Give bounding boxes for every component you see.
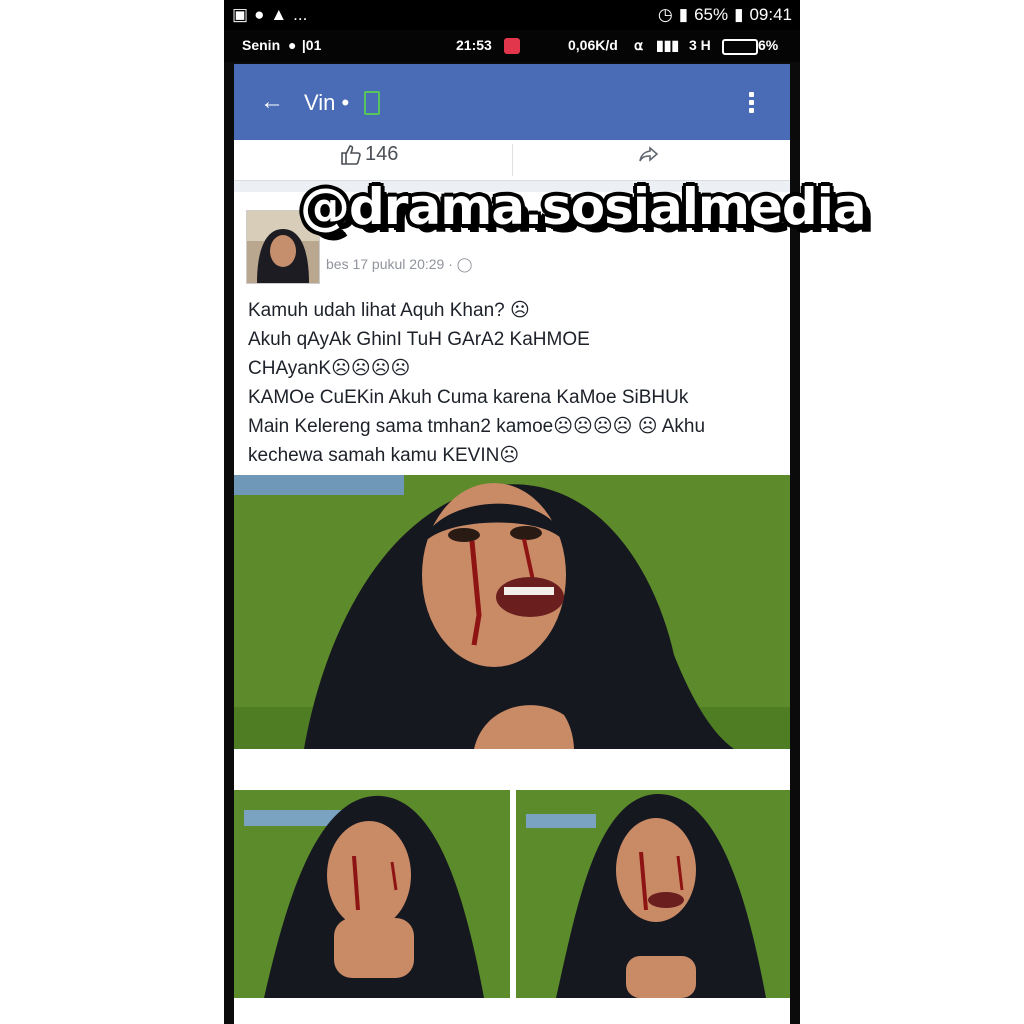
globe-icon: ◯ (456, 256, 473, 272)
more-notifications: ... (293, 5, 308, 24)
post-line: kechewa samah kamu KEVIN☹ (248, 445, 520, 466)
inner-time: 21:53 (456, 37, 492, 53)
outer-status-bar: ▣ ● ▲ ... ◷ ▮ 65% ▮ 09:41 (224, 0, 800, 30)
post-line: CHAyanK☹☹☹☹ (248, 358, 411, 379)
watermark-text: @drama.sosialmedia (300, 178, 867, 236)
alarm-icon: ◷ (657, 5, 673, 24)
feed-content: 146 bes 17 pukul 20:29 · ◯ Kamuh udah li… (234, 140, 790, 1024)
inner-battery-icon (722, 39, 758, 55)
signal-icon: ▮ (678, 5, 689, 24)
post-line: KAMOe CuEKin Akuh Cuma karena KaMoe SiBH… (248, 387, 689, 408)
inner-status-bar: Senin ● |01 21:53 0,06K/d ⍺ ▮▮▮ 3 H 6% (224, 30, 800, 62)
like-button[interactable]: 146 (340, 143, 398, 166)
status-time: 09:41 (749, 5, 792, 24)
music-icon (504, 38, 520, 54)
signal-bars-icon: ▮▮▮ (656, 37, 680, 53)
messenger-icon: ● (254, 5, 265, 24)
profile-title[interactable]: Vin • (304, 90, 349, 116)
post-text: Kamuh udah lihat Aquh Khan? ☹ Akuh qAyAk… (248, 296, 778, 470)
post-card: bes 17 pukul 20:29 · ◯ Kamuh udah lihat … (234, 192, 790, 1024)
battery-percent: 65% (694, 5, 729, 24)
actions-divider (512, 144, 513, 176)
post-line: Kamuh udah lihat Aquh Khan? ☹ (248, 300, 530, 321)
post-line: Akuh qAyAk GhinI TuH GArA2 KaHMOE (248, 329, 590, 350)
app-bar: ← Vin • (234, 64, 790, 140)
mobile-phone-icon (364, 91, 380, 115)
post-timestamp[interactable]: bes 17 pukul 20:29 · ◯ (326, 256, 472, 273)
share-icon (638, 144, 660, 166)
speed-label: 0,06K/d (568, 37, 618, 53)
back-arrow-icon[interactable]: ← (260, 88, 284, 116)
post-photo-right[interactable] (516, 790, 790, 998)
post-actions-bar: 146 (234, 140, 790, 181)
battery-icon: ▮ (734, 5, 744, 24)
post-line: Main Kelereng sama tmhan2 kamoe☹☹☹☹ ☹ Ak… (248, 416, 706, 437)
share-button[interactable] (638, 144, 660, 166)
day-label: Senin (242, 37, 281, 53)
phone-screen: ▣ ● ▲ ... ◷ ▮ 65% ▮ 09:41 Senin ● |01 21… (224, 0, 800, 1024)
warning-icon: ▲ (270, 5, 288, 24)
headset-icon: ⍺ (634, 37, 644, 53)
network-label: 3 H (689, 37, 711, 53)
post-photo-left[interactable] (234, 790, 510, 998)
apple-icon: ● (288, 37, 297, 53)
thumbs-up-icon (340, 144, 362, 166)
more-vertical-icon[interactable] (749, 92, 754, 116)
post-photo-main[interactable] (234, 475, 790, 749)
carrier-label: |01 (298, 37, 322, 53)
image-icon: ▣ (232, 5, 249, 24)
inner-battery-percent: 6% (758, 37, 779, 53)
like-count: 146 (365, 143, 399, 165)
